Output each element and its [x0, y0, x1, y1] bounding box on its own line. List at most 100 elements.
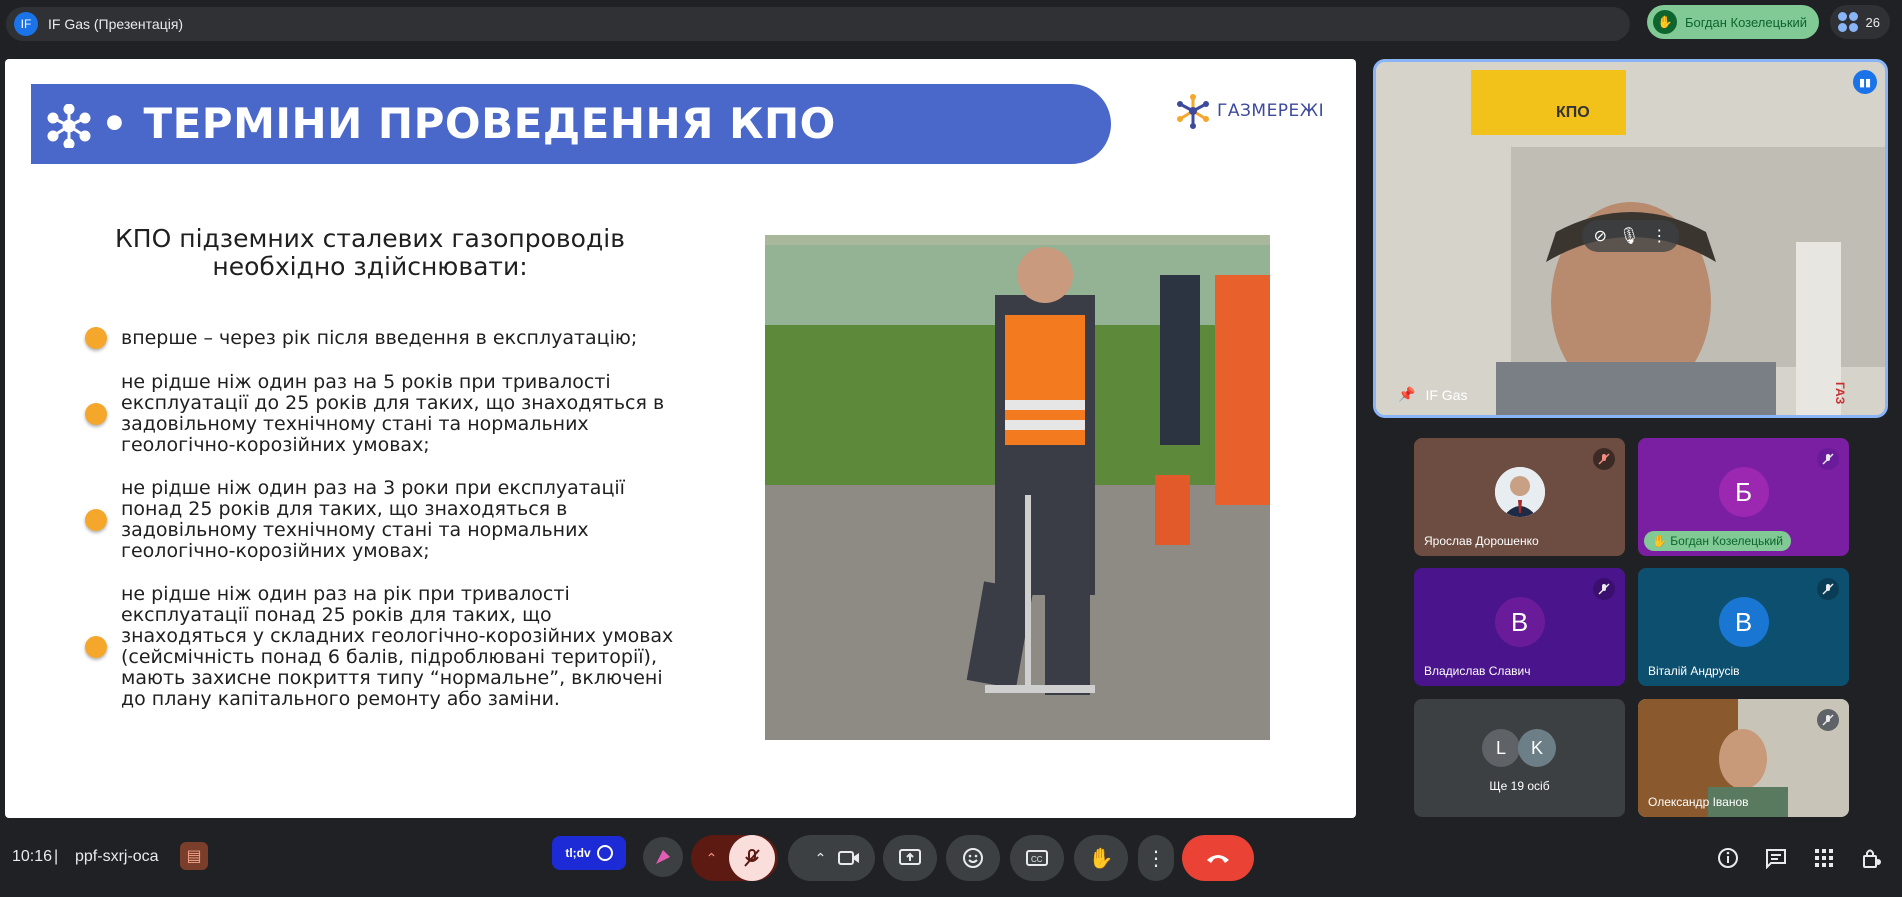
- main-tile-label: 📌 IF Gas: [1398, 386, 1467, 403]
- active-speaker-chip[interactable]: ✋ Богдан Козелецький: [1647, 5, 1819, 39]
- slide-bullet: вперше – через рік після введення в експ…: [85, 327, 681, 349]
- active-speaker-name: Богдан Козелецький: [1685, 14, 1808, 30]
- participants-icon: [1837, 12, 1858, 32]
- chevron-up-icon[interactable]: ⌃: [804, 850, 838, 867]
- recording-icon[interactable]: ▤: [180, 842, 208, 870]
- mic-off-icon: [1817, 448, 1839, 470]
- unpin-icon[interactable]: ⊘: [1594, 226, 1607, 246]
- slide-photo: [765, 235, 1270, 740]
- network-icon: [47, 104, 91, 148]
- captions-icon: CC: [1026, 850, 1048, 866]
- info-icon: [1718, 848, 1738, 868]
- more-participants-tile[interactable]: L K Ще 19 осіб: [1414, 699, 1625, 817]
- meeting-code[interactable]: ppf-sxrj-oca: [75, 848, 159, 866]
- leave-call-button[interactable]: [1182, 835, 1254, 881]
- clock: 10:16: [12, 848, 53, 865]
- mic-off-icon: [1817, 709, 1839, 731]
- tldv-label: tl;dv: [565, 846, 591, 860]
- bullet-text: не рідше ніж один раз на 3 роки при експ…: [121, 477, 625, 562]
- speaking-indicator-icon: ▮▮: [1853, 70, 1877, 94]
- slide-title: • ТЕРМІНИ ПРОВЕДЕННЯ КПО: [101, 99, 836, 148]
- more-options-button[interactable]: ⋮: [1138, 835, 1174, 881]
- mic-icon[interactable]: 🎙: [1619, 226, 1639, 246]
- flag-icon: [656, 850, 670, 864]
- participant-name: Ярослав Дорошенко: [1424, 534, 1539, 548]
- captions-button[interactable]: CC: [1010, 835, 1064, 881]
- participant-avatar: В: [1718, 597, 1769, 647]
- background-cabinet-text: ГАЗ: [1833, 382, 1847, 404]
- participant-tile[interactable]: Олександр Іванов: [1638, 699, 1849, 817]
- hand-icon: ✋: [1088, 847, 1114, 870]
- participant-name: Віталій Андрусів: [1648, 664, 1740, 678]
- bullet-dot: [85, 327, 107, 349]
- raise-hand-button[interactable]: ✋: [1074, 835, 1128, 881]
- flag-button[interactable]: [643, 837, 683, 877]
- mic-off-icon: [1817, 578, 1839, 600]
- mic-off-icon: [743, 849, 760, 867]
- bullet-text: не рідше ніж один раз на рік при тривало…: [121, 583, 674, 710]
- separator: |: [54, 848, 59, 865]
- presentation-title: IF Gas (Презентація): [48, 16, 184, 32]
- mic-control-group[interactable]: ⌃: [691, 835, 778, 881]
- participant-avatar: L: [1482, 729, 1520, 767]
- participant-avatar: Б: [1718, 467, 1769, 517]
- chevron-up-icon[interactable]: ⌃: [695, 850, 729, 867]
- bullet-dot: [85, 403, 107, 425]
- record-icon: [596, 845, 613, 861]
- pin-icon: 📌: [1398, 386, 1416, 402]
- gasmerezhi-logo: ГАЗМЕРЕЖІ: [1175, 93, 1324, 129]
- gasmerezhi-logo-icon: [1177, 94, 1209, 129]
- reactions-button[interactable]: [946, 835, 1000, 881]
- logo-text: ГАЗМЕРЕЖІ: [1217, 101, 1325, 121]
- slide-bullet: не рідше ніж один раз на 3 роки при експ…: [85, 478, 681, 562]
- tldv-button[interactable]: tl;dv: [552, 836, 626, 870]
- mic-off-button[interactable]: [728, 835, 775, 881]
- participant-count: 26: [1865, 14, 1880, 30]
- participant-name: Богдан Козелецький: [1670, 534, 1783, 548]
- participant-avatar: В: [1494, 597, 1545, 647]
- more-participants-label: Ще 19 осіб: [1489, 779, 1550, 793]
- main-tile-name: IF Gas: [1425, 386, 1468, 403]
- presentation-bar: IF IF Gas (Презентація): [6, 7, 1630, 41]
- more-options-icon[interactable]: ⋮: [1651, 226, 1667, 246]
- slide-bullet: не рідше ніж один раз на рік при тривало…: [85, 584, 681, 710]
- bullet-dot: [85, 636, 107, 658]
- svg-text:CC: CC: [1031, 855, 1043, 864]
- participants-button[interactable]: 26: [1830, 5, 1890, 39]
- presenter-avatar: IF: [14, 12, 38, 36]
- meeting-info-button[interactable]: [1716, 846, 1740, 870]
- present-screen-icon: [899, 849, 921, 865]
- slide-bullet: не рідше ніж один раз на 5 років при три…: [85, 372, 681, 456]
- participant-tile[interactable]: Ярослав Дорошенко: [1414, 438, 1625, 556]
- bullet-text: не рідше ніж один раз на 5 років при три…: [121, 371, 665, 456]
- slide-subtitle: КПО підземних сталевих газопроводів необ…: [115, 224, 625, 281]
- participant-tile[interactable]: В Віталій Андрусів: [1638, 568, 1849, 686]
- tile-overlay-controls: ⊘ 🎙 ⋮: [1581, 220, 1680, 252]
- mic-off-icon: [1593, 578, 1615, 600]
- participant-name: Владислав Славич: [1424, 664, 1531, 678]
- background-sign-text: КПО: [1556, 104, 1590, 121]
- participant-photo: [1494, 467, 1545, 517]
- mic-off-icon: [1593, 448, 1615, 470]
- more-vert-icon: ⋮: [1146, 847, 1166, 870]
- camera-icon: [837, 851, 859, 865]
- lock-person-icon: [1863, 849, 1881, 868]
- presentation-slide: • ТЕРМІНИ ПРОВЕДЕННЯ КПО ГАЗМЕРЕЖІ КПО п…: [5, 59, 1356, 818]
- emoji-icon: [963, 848, 983, 868]
- hang-up-icon: [1207, 855, 1229, 863]
- apps-grid-icon: [1815, 849, 1833, 867]
- camera-control-group[interactable]: ⌃: [788, 835, 875, 881]
- activities-button[interactable]: [1812, 846, 1836, 870]
- host-controls-button[interactable]: [1860, 846, 1884, 870]
- present-button[interactable]: [883, 835, 937, 881]
- participant-tile[interactable]: В Владислав Славич: [1414, 568, 1625, 686]
- main-video-tile[interactable]: КПО ГАЗ ▮▮ ⊘ 🎙 ⋮ 📌 IF Gas: [1373, 59, 1888, 418]
- raised-hand-icon: ✋: [1653, 10, 1677, 34]
- slide-title-banner: • ТЕРМІНИ ПРОВЕДЕННЯ КПО: [31, 84, 1111, 164]
- chat-icon: [1766, 849, 1786, 869]
- participant-name: Олександр Іванов: [1648, 795, 1749, 809]
- participant-tile[interactable]: Б ✋ Богдан Козелецький: [1638, 438, 1849, 556]
- speaker-badge: ✋ Богдан Козелецький: [1644, 531, 1791, 551]
- chat-button[interactable]: [1764, 846, 1788, 870]
- bullet-text: вперше – через рік після введення в експ…: [121, 326, 638, 349]
